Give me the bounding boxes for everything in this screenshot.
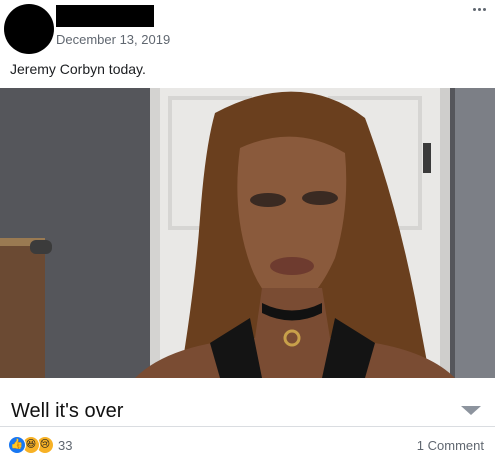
more-options-icon[interactable]	[473, 8, 486, 11]
post-text: Jeremy Corbyn today.	[10, 61, 146, 77]
chevron-down-icon[interactable]	[461, 406, 481, 415]
reactions-summary[interactable]: 👍 😆 😢 33	[8, 436, 72, 454]
like-icon: 👍	[8, 436, 26, 454]
video-caption: Well it's over	[11, 400, 124, 422]
video-frame-image	[0, 88, 495, 378]
post-footer: 👍 😆 😢 33 1 Comment	[0, 428, 495, 465]
avatar[interactable]	[4, 4, 54, 54]
post-timestamp[interactable]: December 13, 2019	[56, 32, 170, 47]
author-name-redacted[interactable]	[56, 5, 154, 27]
video-caption-bar: Well it's over	[0, 380, 495, 427]
facebook-post: December 13, 2019 Jeremy Corbyn today. W…	[0, 0, 495, 465]
post-video[interactable]	[0, 88, 495, 378]
comment-count[interactable]: 1 Comment	[417, 438, 484, 453]
reaction-count[interactable]: 33	[58, 438, 72, 453]
